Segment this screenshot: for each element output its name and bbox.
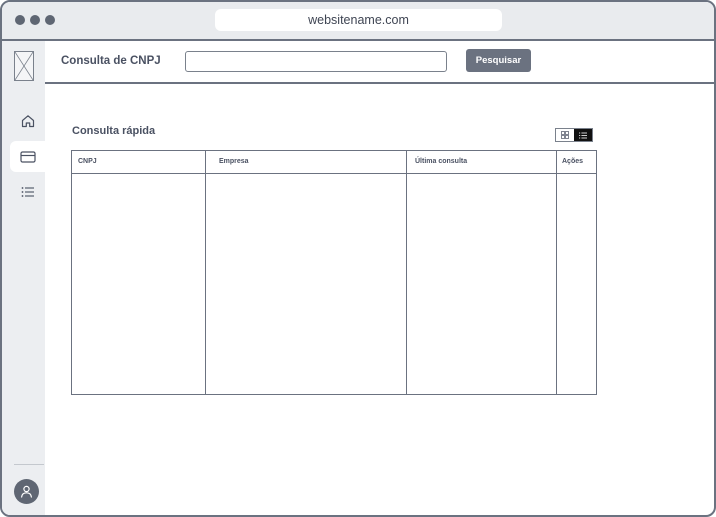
column-divider	[205, 151, 206, 394]
sidebar-item-home[interactable]	[10, 105, 45, 136]
sidebar-divider	[14, 464, 44, 465]
grid-view-button[interactable]	[556, 129, 574, 141]
column-header-cnpj[interactable]: CNPJ	[78, 158, 97, 165]
view-toggle	[555, 128, 593, 142]
sidebar-item-card[interactable]	[10, 141, 45, 172]
page-title: Consulta de CNPJ	[61, 55, 161, 67]
column-header-ultima-consulta[interactable]: Última consulta	[415, 158, 467, 165]
browser-titlebar: websitename.com	[2, 2, 714, 41]
results-table: CNPJ Empresa Última consulta Ações	[71, 150, 597, 395]
user-avatar[interactable]	[14, 479, 39, 504]
user-icon	[20, 485, 33, 498]
column-header-acoes[interactable]: Ações	[562, 158, 583, 165]
home-icon	[21, 114, 34, 127]
section-title: Consulta rápida	[72, 125, 156, 137]
column-header-empresa[interactable]: Empresa	[219, 158, 249, 165]
logo-placeholder	[14, 51, 34, 81]
table-header: CNPJ Empresa Última consulta Ações	[72, 151, 596, 174]
card-icon	[19, 150, 36, 163]
window-minimize-dot[interactable]	[30, 15, 40, 25]
top-bar: Consulta de CNPJ Pesquisar	[45, 41, 714, 84]
list-icon	[21, 186, 34, 197]
list-view-button[interactable]	[574, 129, 592, 141]
search-input[interactable]	[185, 51, 447, 72]
list-view-icon	[579, 132, 587, 138]
address-bar[interactable]: websitename.com	[215, 9, 502, 31]
window-maximize-dot[interactable]	[45, 15, 55, 25]
grid-view-icon	[561, 131, 569, 139]
search-button[interactable]: Pesquisar	[466, 49, 531, 72]
sidebar	[2, 41, 45, 515]
column-divider	[556, 151, 557, 394]
logo-placeholder-icon	[14, 51, 34, 81]
window-close-dot[interactable]	[15, 15, 25, 25]
browser-window: websitename.com Consulta de CNPJ Pesquis…	[0, 0, 716, 517]
sidebar-item-list[interactable]	[10, 176, 45, 207]
column-divider	[406, 151, 407, 394]
